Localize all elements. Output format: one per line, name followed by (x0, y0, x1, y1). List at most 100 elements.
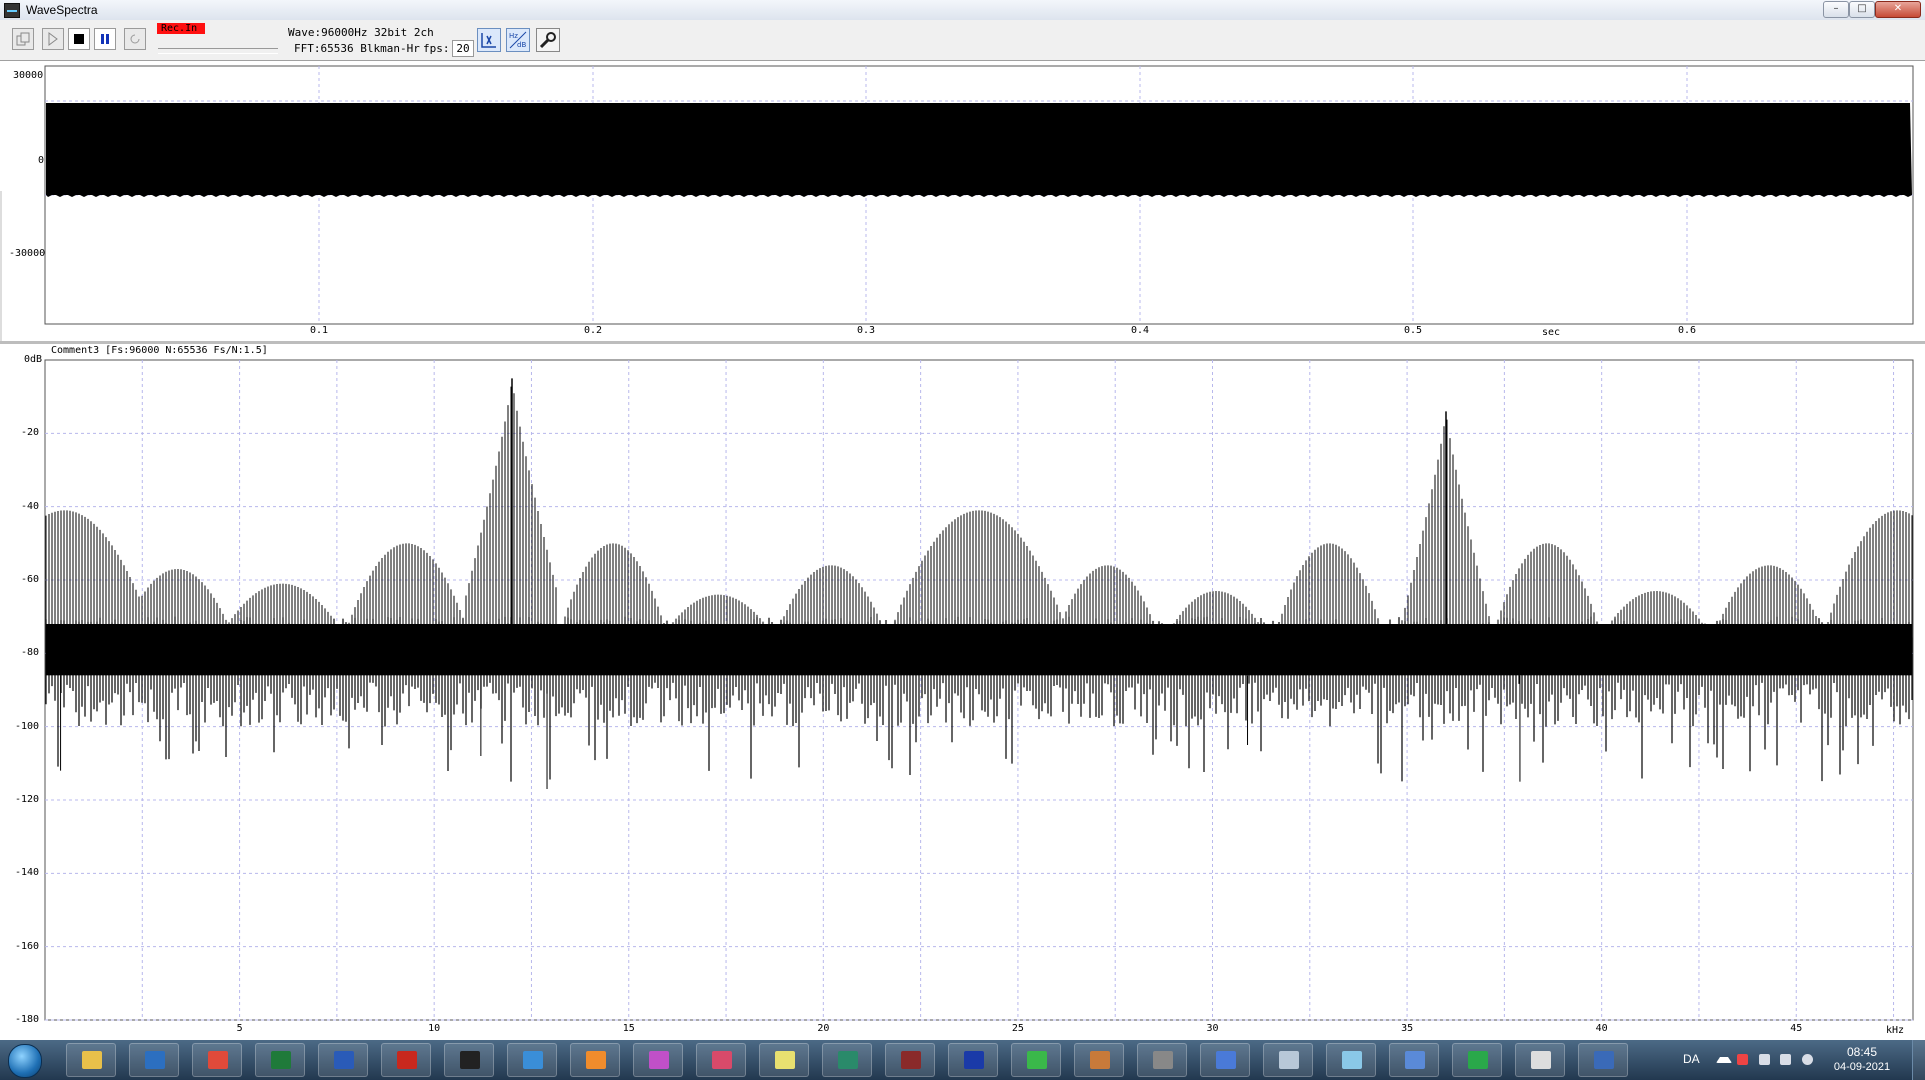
spectrum-x-tick: 30 (1206, 1023, 1219, 1034)
audio-editor-icon (901, 1051, 921, 1069)
network-icon (1405, 1051, 1425, 1069)
taskbar-app-print[interactable] (1578, 1043, 1628, 1077)
network-tray-icon[interactable] (1780, 1054, 1791, 1065)
spectrum-x-tick: 35 (1401, 1023, 1414, 1034)
minimize-button[interactable]: – (1823, 1, 1849, 18)
bulb-icon (775, 1051, 795, 1069)
device-icon[interactable] (1759, 1054, 1770, 1065)
eraser-icon (1342, 1051, 1362, 1069)
svg-text:dB: dB (517, 41, 526, 49)
play-button[interactable] (42, 28, 64, 50)
calculator-icon (1279, 1051, 1299, 1069)
wave-format-info: Wave:96000Hz 32bit 2ch (288, 26, 434, 39)
spectrum-x-tick: 40 (1595, 1023, 1608, 1034)
taskbar-app-video-player[interactable] (948, 1043, 998, 1077)
print-icon (1594, 1051, 1614, 1069)
spectrum-y-tick: -120 (15, 794, 40, 805)
spectrum-y-tick: -60 (21, 574, 40, 585)
taskbar-app-paint[interactable] (696, 1043, 746, 1077)
taskbar-app-excel[interactable] (255, 1043, 305, 1077)
security-icon[interactable] (1737, 1054, 1748, 1065)
pause-button[interactable] (94, 28, 116, 50)
taskbar-app-photos[interactable] (633, 1043, 683, 1077)
wrench-icon (539, 32, 556, 49)
taskbar-app-graph[interactable] (822, 1043, 872, 1077)
taskbar-app-gallery[interactable] (570, 1043, 620, 1077)
settings-button[interactable] (536, 28, 560, 52)
pause-icon (101, 34, 109, 44)
language-indicator[interactable]: DA (1683, 1052, 1700, 1066)
spectrum-plot[interactable] (0, 343, 1925, 1040)
wave-x-tick: 0.2 (584, 325, 603, 336)
taskbar-app-calculator[interactable] (1263, 1043, 1313, 1077)
taskbar-app-chrome[interactable] (192, 1043, 242, 1077)
maximize-button[interactable]: □ (1849, 1, 1875, 18)
wave-x-tick: 0.3 (857, 325, 876, 336)
taskbar-app-eraser[interactable] (1326, 1043, 1376, 1077)
toolbar: Rec.In Wave:96000Hz 32bit 2ch FFT:65536 … (0, 20, 1925, 61)
spectrum-x-tick: 5 (236, 1023, 243, 1034)
spectrum-x-tick: 45 (1790, 1023, 1803, 1034)
excel-icon (271, 1051, 291, 1069)
taskbar-app-word[interactable] (318, 1043, 368, 1077)
rec-level-slider[interactable] (158, 48, 278, 54)
loop-button[interactable] (124, 28, 146, 50)
wave-view-button[interactable] (477, 28, 501, 52)
close-button[interactable]: ✕ (1875, 1, 1921, 18)
taskbar-app-wavespectra[interactable] (1515, 1043, 1565, 1077)
start-button[interactable] (8, 1044, 42, 1078)
copy-button[interactable] (12, 28, 34, 50)
svg-text:Hz: Hz (509, 32, 518, 40)
play-icon (48, 32, 58, 46)
hz-db-icon: HzdB (509, 31, 526, 49)
fps-input[interactable]: 20 (452, 40, 474, 57)
title-bar: WaveSpectra – □ ✕ (0, 0, 1925, 21)
taskbar-app-signal[interactable] (1452, 1043, 1502, 1077)
word-icon (334, 1051, 354, 1069)
waveform-plot[interactable] (0, 61, 1925, 341)
taskbar-app-feather[interactable] (507, 1043, 557, 1077)
spectrum-settings-button[interactable]: Hz dB (506, 28, 530, 52)
volume-icon[interactable] (1802, 1054, 1813, 1065)
wave-x-tick: 0.4 (1131, 325, 1150, 336)
clock-time[interactable]: 08:45 (1832, 1045, 1892, 1059)
explorer-icon (82, 1051, 102, 1069)
clock-date[interactable]: 04-09-2021 (1832, 1061, 1892, 1073)
taskbar-app-acrobat[interactable] (381, 1043, 431, 1077)
feather-icon (523, 1051, 543, 1069)
editor-icon (1216, 1051, 1236, 1069)
taskbar-app-spring[interactable] (1137, 1043, 1187, 1077)
wave-x-unit: sec (1542, 327, 1561, 338)
spectrum-x-tick: 25 (1011, 1023, 1024, 1034)
fft-info: FFT:65536 Blkman-Hr (294, 42, 420, 55)
taskbar-app-outlook[interactable] (129, 1043, 179, 1077)
palette-icon (1027, 1051, 1047, 1069)
spectrum-x-tick: 20 (817, 1023, 830, 1034)
taskbar-app-circuit[interactable] (1074, 1043, 1124, 1077)
wave-x-tick: 0.6 (1678, 325, 1697, 336)
wave-x-tick: 0.1 (310, 325, 329, 336)
taskbar-app-explorer[interactable] (66, 1043, 116, 1077)
stop-button[interactable] (68, 28, 90, 50)
taskbar-app-audio-editor[interactable] (885, 1043, 935, 1077)
taskbar-app-ccleaner[interactable] (444, 1043, 494, 1077)
spring-icon (1153, 1051, 1173, 1069)
stop-icon (74, 34, 84, 44)
wave-view-icon (481, 33, 496, 48)
taskbar-app-network[interactable] (1389, 1043, 1439, 1077)
taskbar-app-palette[interactable] (1011, 1043, 1061, 1077)
circuit-icon (1090, 1051, 1110, 1069)
tray-expand-icon[interactable] (1716, 1057, 1732, 1063)
taskbar: DA 08:45 04-09-2021 (0, 1040, 1925, 1080)
video-player-icon (964, 1051, 984, 1069)
chrome-icon (208, 1051, 228, 1069)
acrobat-icon (397, 1051, 417, 1069)
spectrum-y-tick: -40 (21, 500, 40, 512)
taskbar-app-bulb[interactable] (759, 1043, 809, 1077)
signal-icon (1468, 1051, 1488, 1069)
show-desktop-button[interactable] (1912, 1040, 1925, 1080)
photos-icon (649, 1051, 669, 1069)
spectrum-x-tick: 10 (428, 1023, 441, 1034)
wavespectra-icon (1531, 1051, 1551, 1069)
taskbar-app-editor[interactable] (1200, 1043, 1250, 1077)
